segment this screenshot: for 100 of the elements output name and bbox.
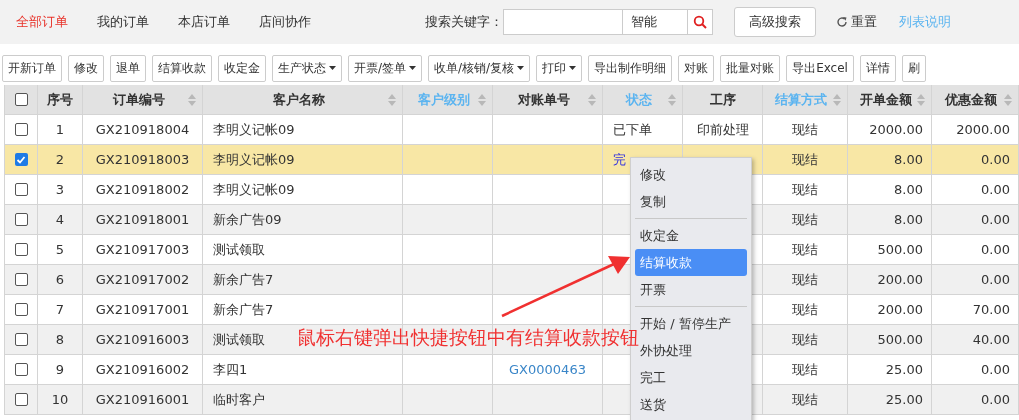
table-cell-text: GX210918002 xyxy=(95,180,190,199)
checkbox[interactable] xyxy=(14,243,28,256)
toolbar-button[interactable]: 导出Excel xyxy=(786,54,854,82)
annotation-text: 鼠标右键弹出快捷按钮中有结算收款按钮 xyxy=(297,328,639,347)
table-cell-text: 0.00 xyxy=(981,150,1010,169)
table-cell-text: 25.00 xyxy=(885,360,923,379)
checkbox[interactable] xyxy=(14,303,28,316)
caret-icon xyxy=(517,66,525,70)
toolbar-button[interactable]: 修改 xyxy=(68,54,104,82)
column-header[interactable]: 优惠金额 xyxy=(938,89,1004,110)
toolbar-button[interactable]: 生产状态 xyxy=(272,54,342,82)
table-cell-text: 印前处理 xyxy=(696,120,749,139)
column-header[interactable]: 客户名称 xyxy=(209,89,388,110)
checkbox[interactable] xyxy=(14,273,28,286)
toolbar-button[interactable]: 结算收款 xyxy=(152,54,212,82)
table-cell-text: GX210917001 xyxy=(95,300,190,319)
advanced-search-button[interactable]: 高级搜索 xyxy=(734,7,816,37)
table-cell-text: 2000.00 xyxy=(956,120,1010,139)
menu-item[interactable]: 复制 xyxy=(635,188,747,215)
table-cell-text: GX210918004 xyxy=(95,120,190,139)
table-cell-text: 现结 xyxy=(792,210,818,229)
table-cell-text: 5 xyxy=(55,240,65,259)
table-cell-text: 新余广告7 xyxy=(213,270,274,289)
checkbox[interactable] xyxy=(14,393,28,406)
toolbar-button[interactable]: 对账 xyxy=(678,54,715,82)
toolbar-button[interactable]: 开票/签单 xyxy=(348,54,423,82)
table-cell-text: 完 xyxy=(613,150,626,169)
order-tab[interactable]: 我的订单 xyxy=(97,12,149,32)
table-cell-text: 李明义记帐09 xyxy=(213,180,295,199)
order-tab[interactable]: 本店订单 xyxy=(178,12,230,32)
table-cell-text: 1 xyxy=(55,120,65,139)
table-cell-text: GX210917002 xyxy=(95,270,190,289)
checkbox[interactable] xyxy=(14,93,28,106)
menu-item[interactable]: 开票 xyxy=(635,276,747,303)
table-cell-text: 现结 xyxy=(792,240,818,259)
table-cell-text: 新余广告09 xyxy=(213,210,282,229)
toolbar-button[interactable]: 退单 xyxy=(110,54,146,82)
toolbar-button[interactable]: 开新订单 xyxy=(2,54,62,82)
order-tab[interactable]: 全部订单 xyxy=(16,12,68,32)
table-cell-text: 现结 xyxy=(792,270,818,289)
table-cell-text: 0.00 xyxy=(981,360,1010,379)
checkbox[interactable] xyxy=(14,363,28,376)
table-cell-text: GX210918003 xyxy=(95,150,190,169)
reset-button[interactable]: 重置 xyxy=(836,12,877,32)
checkbox[interactable] xyxy=(14,213,28,226)
table-cell-text: 4 xyxy=(55,210,65,229)
table-cell-text: 8.00 xyxy=(894,180,923,199)
table-cell-text: 0.00 xyxy=(981,240,1010,259)
table-cell-text: 现结 xyxy=(792,150,818,169)
table-cell-text: GX210916002 xyxy=(95,360,190,379)
table-cell-text: GX210916001 xyxy=(95,390,190,409)
table-cell-text: 已下单 xyxy=(613,120,652,139)
search-field[interactable] xyxy=(503,9,623,35)
table-cell-text: 70.00 xyxy=(972,300,1010,319)
toolbar-button[interactable]: 导出制作明细 xyxy=(588,54,673,82)
table-cell-text: 0.00 xyxy=(981,390,1010,409)
column-header[interactable]: 工序 xyxy=(689,89,756,110)
table-cell-text: 2000.00 xyxy=(869,120,923,139)
table-cell-text: 0.00 xyxy=(981,270,1010,289)
toolbar-button[interactable]: 批量对账 xyxy=(720,54,781,82)
table-cell-text: GX210916003 xyxy=(95,330,190,349)
menu-item[interactable]: 收定金 xyxy=(635,222,747,249)
checkbox[interactable] xyxy=(14,333,28,346)
table-cell-text: 李四1 xyxy=(213,360,248,379)
table-cell-text: 李明义记帐09 xyxy=(213,150,295,169)
menu-item[interactable]: 送货 xyxy=(635,391,747,418)
order-tab[interactable]: 店间协作 xyxy=(259,12,311,32)
table-cell-text: 8.00 xyxy=(894,150,923,169)
toolbar-button[interactable]: 收单/核销/复核 xyxy=(428,54,531,82)
refresh-icon xyxy=(836,16,848,28)
menu-item[interactable]: 修改 xyxy=(635,161,747,188)
menu-item[interactable]: 完工 xyxy=(635,364,747,391)
column-header[interactable]: 对账单号 xyxy=(499,89,588,110)
search-label: 搜索关键字： xyxy=(425,13,503,32)
caret-icon xyxy=(329,66,336,70)
table-cell-text: 现结 xyxy=(792,120,818,139)
table-cell-text: 现结 xyxy=(792,330,818,349)
table-cell-text: 9 xyxy=(55,360,65,379)
table-cell-text: 新余广告7 xyxy=(213,300,274,319)
table-cell-text: 2 xyxy=(55,150,65,169)
table-cell-text: 500.00 xyxy=(877,240,923,259)
table-cell-text: 0.00 xyxy=(981,210,1010,229)
checkbox[interactable] xyxy=(14,183,28,196)
table-cell-text: 10 xyxy=(51,390,69,409)
toolbar-button[interactable]: 刷 xyxy=(901,54,926,82)
search-mode-select[interactable]: 智能 xyxy=(623,9,687,35)
table-cell-text: GX210918001 xyxy=(95,210,190,229)
toolbar-button[interactable]: 详情 xyxy=(859,54,896,82)
search-button[interactable] xyxy=(687,9,713,35)
checkbox[interactable] xyxy=(14,123,28,136)
table-cell-text: 500.00 xyxy=(877,330,923,349)
table-cell-text: 6 xyxy=(55,270,65,289)
table-cell-text: 0.00 xyxy=(981,180,1010,199)
column-header[interactable]: 订单编号 xyxy=(89,89,188,110)
toolbar-button[interactable]: 打印 xyxy=(536,54,583,82)
toolbar-button[interactable]: 收定金 xyxy=(218,54,266,82)
column-header[interactable]: 开单金额 xyxy=(854,89,917,110)
column-header[interactable]: 序号 xyxy=(44,89,76,110)
table-cell-text: 3 xyxy=(55,180,65,199)
checkbox[interactable] xyxy=(14,153,28,166)
